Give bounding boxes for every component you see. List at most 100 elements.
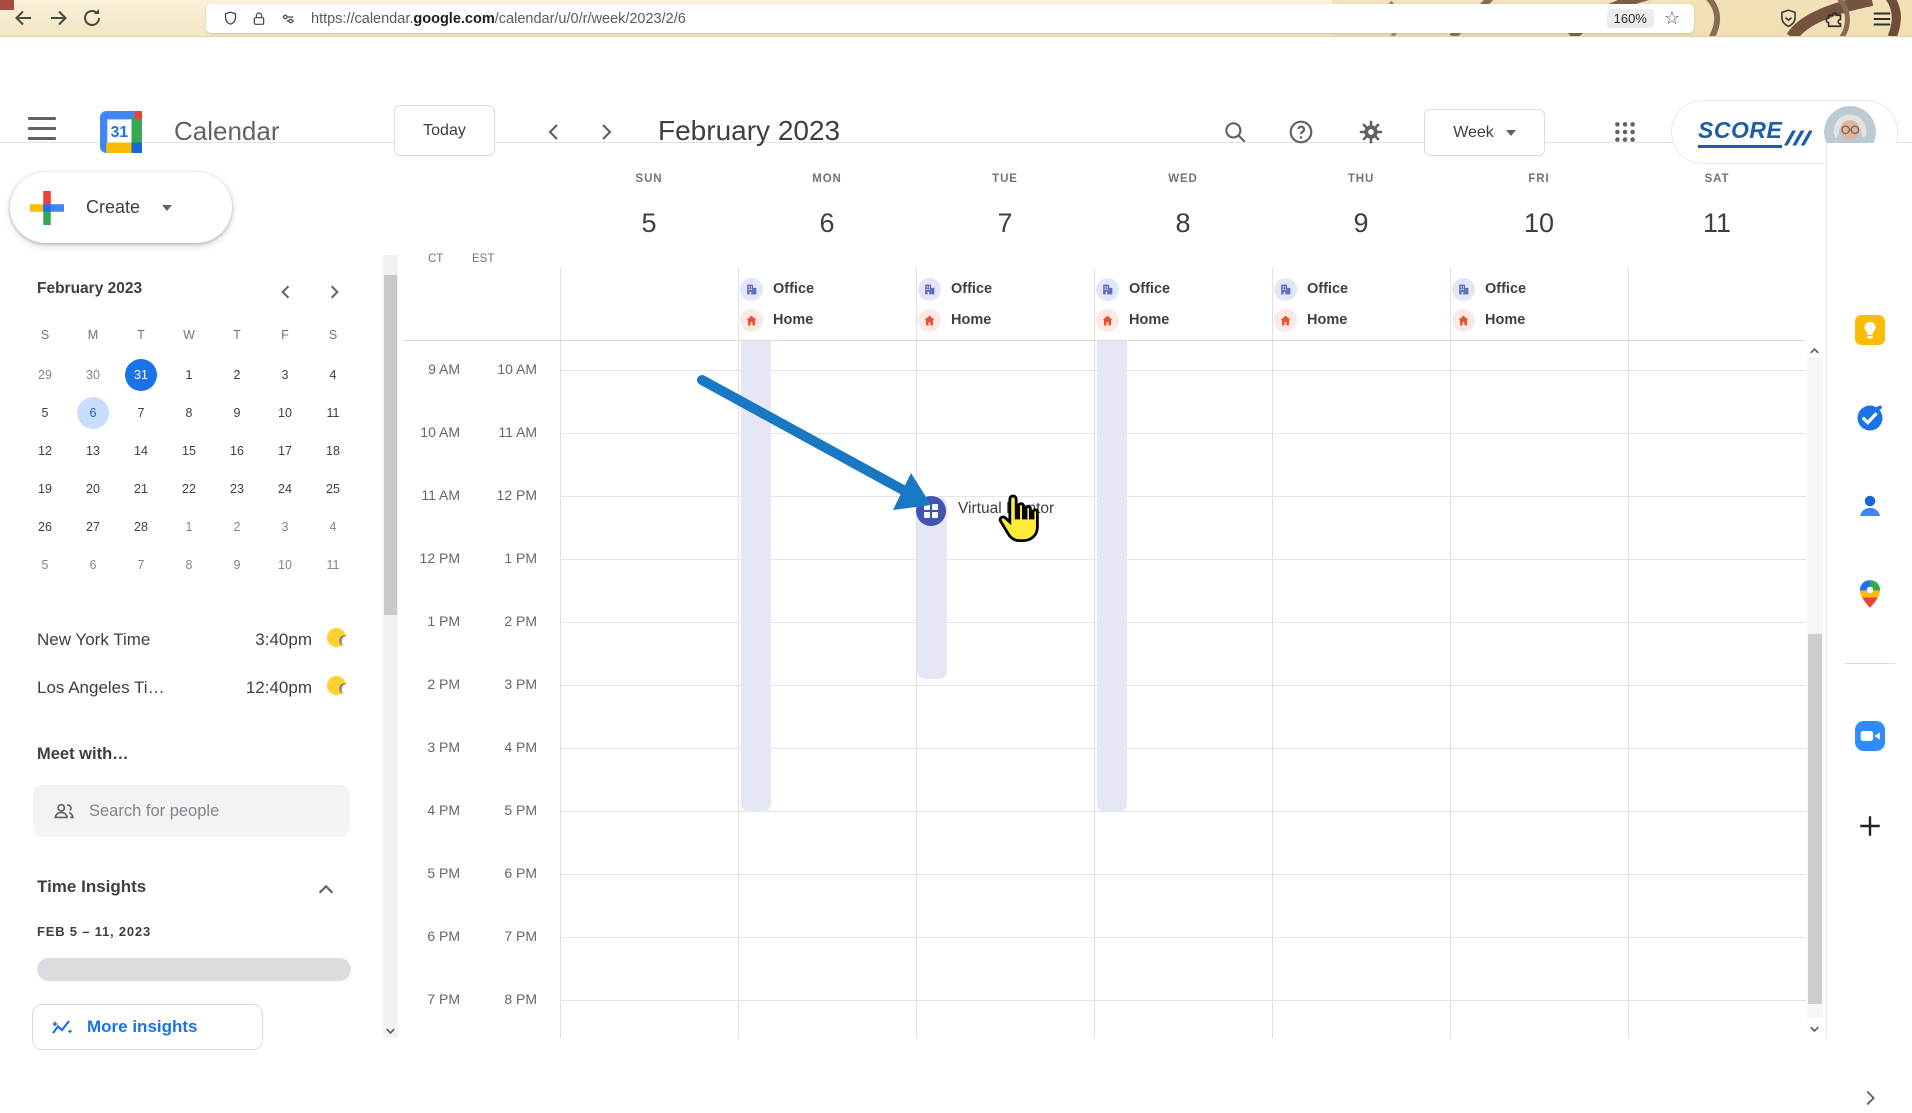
home-location-chip[interactable]: Home: [1274, 307, 1347, 333]
day-number[interactable]: 10: [1450, 208, 1628, 239]
forward-button[interactable]: [46, 6, 70, 30]
mini-calendar-day[interactable]: 26: [21, 508, 69, 546]
mini-calendar-day[interactable]: 16: [213, 432, 261, 470]
office-location-chip[interactable]: Office: [1274, 276, 1348, 302]
collapse-chevron-icon[interactable]: [315, 879, 337, 901]
calendar-scrollbar-thumb[interactable]: [1808, 634, 1822, 1004]
video-meeting-icon[interactable]: [1855, 721, 1885, 751]
help-icon[interactable]: [1288, 119, 1314, 145]
appointment-availability-strip[interactable]: [741, 341, 771, 812]
lock-icon[interactable]: [251, 11, 267, 27]
day-number[interactable]: 5: [560, 208, 738, 239]
home-location-chip[interactable]: Home: [918, 307, 991, 333]
back-button[interactable]: [12, 6, 36, 30]
today-button[interactable]: Today: [394, 105, 495, 156]
tasks-icon[interactable]: [1855, 403, 1885, 433]
mini-calendar-day[interactable]: 25: [309, 470, 357, 508]
address-bar[interactable]: https://calendar.google.com/calendar/u/0…: [206, 4, 1694, 33]
day-number[interactable]: 9: [1272, 208, 1450, 239]
calendar-scrollbar[interactable]: [1807, 358, 1823, 1018]
mini-calendar-day[interactable]: 3: [261, 356, 309, 394]
home-location-chip[interactable]: Home: [1096, 307, 1169, 333]
mini-calendar-day[interactable]: 5: [21, 394, 69, 432]
mini-calendar-day[interactable]: 21: [117, 470, 165, 508]
day-number[interactable]: 11: [1628, 208, 1806, 239]
get-addons-icon[interactable]: [1855, 811, 1885, 841]
mini-calendar-day[interactable]: 2: [213, 356, 261, 394]
mini-calendar-day[interactable]: 31: [117, 356, 165, 394]
office-location-chip[interactable]: Office: [918, 276, 992, 302]
contacts-icon[interactable]: [1855, 491, 1885, 521]
mini-calendar-day[interactable]: 27: [69, 508, 117, 546]
next-week-icon[interactable]: [594, 120, 618, 144]
appointment-availability-strip[interactable]: [1097, 341, 1127, 812]
mini-calendar-day[interactable]: 15: [165, 432, 213, 470]
previous-week-icon[interactable]: [542, 120, 566, 144]
extensions-puzzle-icon[interactable]: [1824, 7, 1846, 29]
day-number[interactable]: 8: [1094, 208, 1272, 239]
account-shield-icon[interactable]: [1778, 8, 1799, 29]
mini-calendar-day[interactable]: 23: [213, 470, 261, 508]
mini-calendar-day[interactable]: 1: [165, 356, 213, 394]
office-location-chip[interactable]: Office: [1096, 276, 1170, 302]
mini-calendar-day[interactable]: 8: [165, 394, 213, 432]
mini-calendar-day[interactable]: 2: [213, 508, 261, 546]
mini-calendar-day[interactable]: 6: [69, 394, 117, 432]
more-insights-button[interactable]: More insights: [32, 1004, 263, 1050]
home-location-chip[interactable]: Home: [1452, 307, 1525, 333]
mini-calendar-day[interactable]: 4: [309, 356, 357, 394]
mini-calendar-day[interactable]: 29: [21, 356, 69, 394]
view-selector[interactable]: Week: [1424, 109, 1545, 156]
mini-calendar-prev-icon[interactable]: [276, 282, 296, 302]
day-number[interactable]: 6: [738, 208, 916, 239]
mini-calendar-day[interactable]: 30: [69, 356, 117, 394]
mini-calendar-day[interactable]: 17: [261, 432, 309, 470]
mini-calendar-day[interactable]: 3: [261, 508, 309, 546]
mini-calendar-day[interactable]: 8: [165, 546, 213, 584]
sidebar-scroll-down-icon[interactable]: [383, 1024, 398, 1038]
mini-calendar-day[interactable]: 22: [165, 470, 213, 508]
create-button[interactable]: Create: [10, 172, 232, 243]
search-icon[interactable]: [1222, 119, 1248, 145]
browser-menu-icon[interactable]: [1870, 8, 1894, 30]
calendar-scroll-down-icon[interactable]: [1807, 1022, 1822, 1036]
mini-calendar-day[interactable]: 18: [309, 432, 357, 470]
mini-calendar-day[interactable]: 11: [309, 394, 357, 432]
mini-calendar-day[interactable]: 1: [165, 508, 213, 546]
office-location-chip[interactable]: Office: [740, 276, 814, 302]
mini-calendar-day[interactable]: 13: [69, 432, 117, 470]
google-apps-grid-icon[interactable]: [1612, 119, 1638, 145]
calendar-scroll-up-icon[interactable]: [1807, 344, 1822, 358]
maps-icon[interactable]: [1855, 579, 1885, 609]
bookmark-star-icon[interactable]: ☆: [1664, 8, 1680, 29]
mini-calendar-day[interactable]: 5: [21, 546, 69, 584]
main-menu-icon[interactable]: [28, 117, 66, 147]
event-title[interactable]: Virtual Mentor: [958, 500, 1086, 518]
mini-calendar-day[interactable]: 6: [69, 546, 117, 584]
keep-icon[interactable]: [1855, 315, 1885, 345]
mini-calendar-day[interactable]: 12: [21, 432, 69, 470]
mini-calendar-day[interactable]: 19: [21, 470, 69, 508]
hide-side-panel-icon[interactable]: [1855, 1083, 1885, 1113]
permissions-icon[interactable]: [279, 11, 297, 27]
search-people-input[interactable]: [89, 801, 289, 821]
mini-calendar-day[interactable]: 28: [117, 508, 165, 546]
mini-calendar-day[interactable]: 10: [261, 394, 309, 432]
mini-calendar-day[interactable]: 9: [213, 394, 261, 432]
mini-calendar-day[interactable]: 4: [309, 508, 357, 546]
url-text[interactable]: https://calendar.google.com/calendar/u/0…: [311, 11, 686, 27]
mini-calendar-day[interactable]: 20: [69, 470, 117, 508]
appointment-schedule-icon[interactable]: [916, 496, 946, 526]
mini-calendar-day[interactable]: 14: [117, 432, 165, 470]
mini-calendar-day[interactable]: 24: [261, 470, 309, 508]
mini-calendar-day[interactable]: 7: [117, 546, 165, 584]
search-people-box[interactable]: [33, 785, 350, 837]
settings-gear-icon[interactable]: [1358, 119, 1384, 145]
mini-calendar-next-icon[interactable]: [324, 282, 344, 302]
mini-calendar-day[interactable]: 7: [117, 394, 165, 432]
mini-calendar-day[interactable]: 9: [213, 546, 261, 584]
mini-calendar-day[interactable]: 11: [309, 546, 357, 584]
day-number[interactable]: 7: [916, 208, 1094, 239]
office-location-chip[interactable]: Office: [1452, 276, 1526, 302]
refresh-button[interactable]: [80, 6, 104, 30]
